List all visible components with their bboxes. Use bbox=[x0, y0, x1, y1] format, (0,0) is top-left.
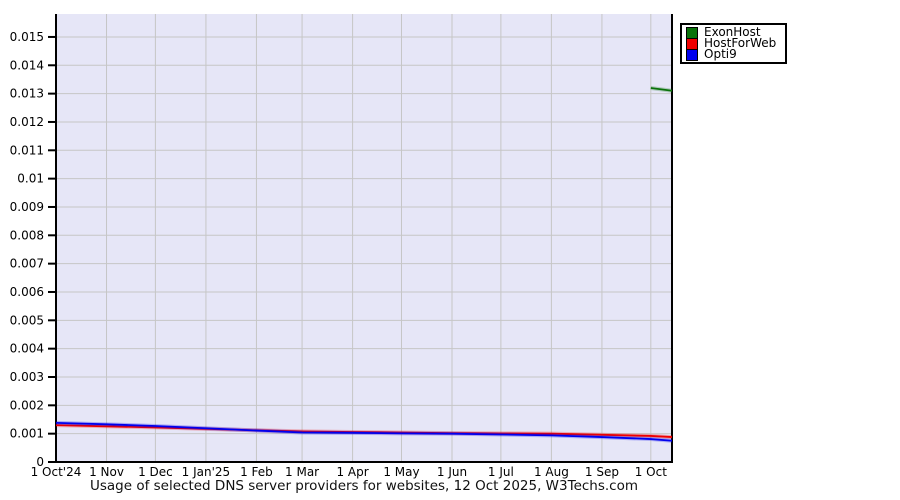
plot-area bbox=[56, 14, 672, 462]
y-tick-label: 0.005 bbox=[10, 313, 44, 327]
chart-title: Usage of selected DNS server providers f… bbox=[89, 478, 639, 494]
legend-label: Opti9 bbox=[704, 47, 737, 61]
x-tick-label: 1 Mar bbox=[285, 465, 319, 479]
x-tick-label: 1 Jan'25 bbox=[182, 465, 231, 479]
x-tick-label: 1 Jun bbox=[437, 465, 467, 479]
x-tick-label: 1 Nov bbox=[89, 465, 124, 479]
x-tick-label: 1 Oct'24 bbox=[31, 465, 82, 479]
y-tick-label: 0.014 bbox=[10, 58, 44, 72]
x-tick-label: 1 May bbox=[383, 465, 419, 479]
x-tick-label: 1 Feb bbox=[240, 465, 273, 479]
y-tick-label: 0.006 bbox=[10, 285, 44, 299]
x-tick-label: 1 Sep bbox=[585, 465, 619, 479]
y-tick-label: 0.013 bbox=[10, 87, 44, 101]
x-tick-label: 1 Apr bbox=[336, 465, 368, 479]
opti9-swatch-icon bbox=[686, 48, 698, 61]
y-tick-label: 0.009 bbox=[10, 200, 44, 214]
x-tick-label: 1 Dec bbox=[138, 465, 173, 479]
y-tick-label: 0.002 bbox=[10, 398, 44, 412]
x-tick-label: 1 Aug bbox=[534, 465, 569, 479]
y-tick-label: 0.008 bbox=[10, 228, 44, 242]
y-tick-label: 0.004 bbox=[10, 342, 44, 356]
legend-item-opti9: Opti9 bbox=[686, 47, 783, 61]
w3techs-dns-usage-chart: 0 0.001 0.002 0.003 0.004 0.005 0.006 0.007 0.00… bbox=[0, 0, 900, 500]
y-tick-label: 0.012 bbox=[10, 115, 44, 129]
line-chart-canvas: 00.0010.0020.0030.0040.0050.0060.0070.00… bbox=[10, 14, 673, 479]
y-tick-label: 0.001 bbox=[10, 427, 44, 441]
y-tick-label: 0.015 bbox=[10, 30, 44, 44]
chart-legend: ExonHost HostForWeb Opti9 bbox=[680, 23, 787, 64]
y-tick-label: 0.011 bbox=[10, 143, 44, 157]
y-tick-label: 0.01 bbox=[17, 172, 44, 186]
y-tick-label: 0.003 bbox=[10, 370, 44, 384]
y-tick-label: 0.007 bbox=[10, 257, 44, 271]
x-tick-label: 1 Oct bbox=[635, 465, 667, 479]
x-tick-label: 1 Jul bbox=[488, 465, 514, 479]
